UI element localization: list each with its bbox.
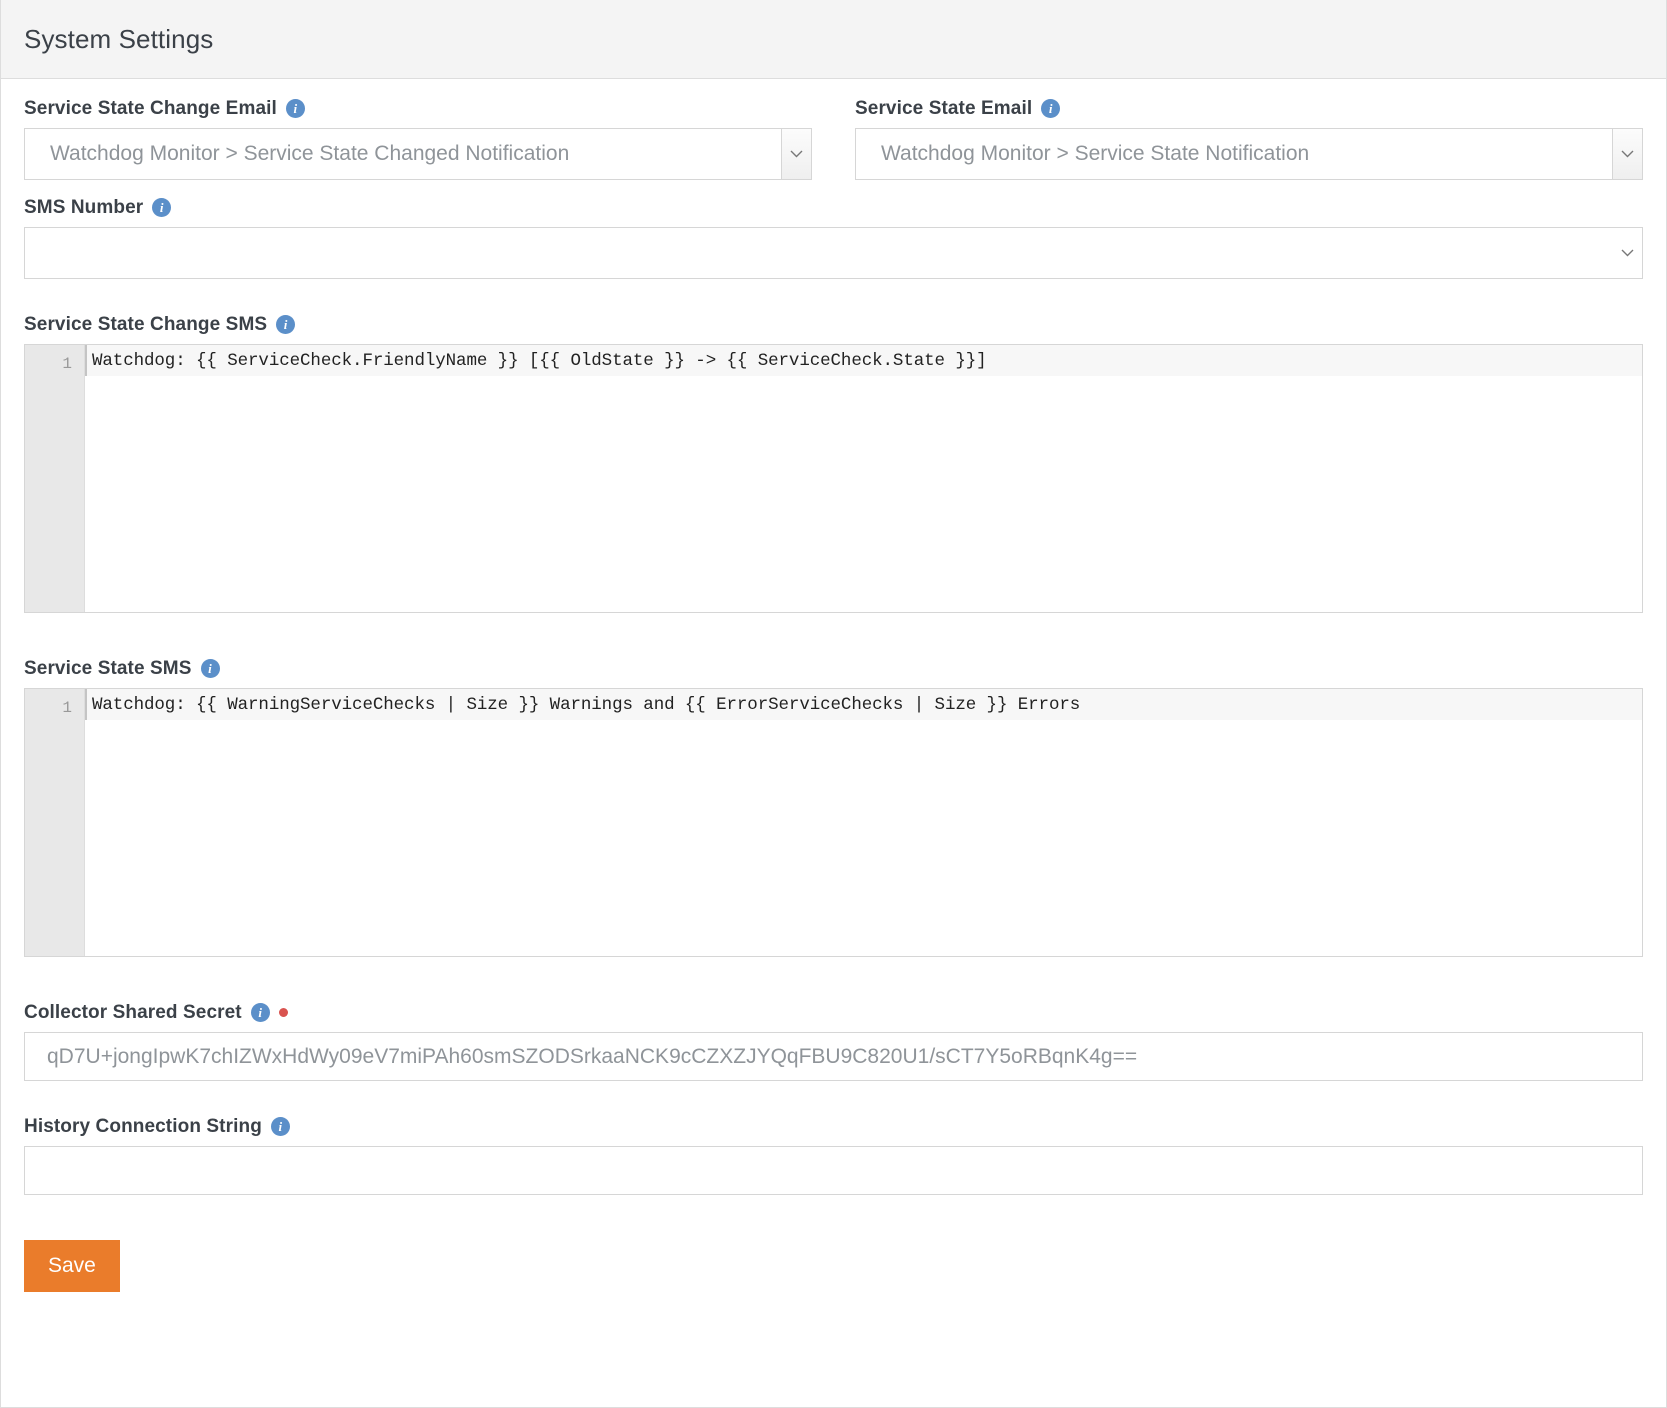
service-state-change-sms-label: Service State Change SMS i (24, 315, 1643, 334)
editor-gutter: 1 (25, 345, 85, 612)
sms-number-field: SMS Number i (24, 198, 1643, 279)
select-value: Watchdog Monitor > Service State Changed… (50, 142, 570, 165)
system-settings-panel: System Settings Service State Change Ema… (0, 0, 1667, 1408)
chevron-down-icon[interactable] (1612, 228, 1642, 278)
history-connection-string-label: History Connection String i (24, 1117, 1643, 1136)
label-text: Service State Change Email (24, 98, 277, 119)
code-text: Watchdog: {{ WarningServiceChecks | Size… (92, 695, 1081, 715)
info-icon[interactable]: i (1041, 99, 1061, 118)
panel-body: Service State Change Email i Watchdog Mo… (1, 79, 1666, 1322)
service-state-change-email-field: Service State Change Email i Watchdog Mo… (24, 99, 812, 180)
info-icon[interactable]: i (276, 315, 296, 334)
line-number: 1 (62, 699, 72, 717)
service-state-sms-label: Service State SMS i (24, 659, 1643, 678)
collector-shared-secret-input[interactable]: qD7U+jongIpwK7chIZWxHdWy09eV7miPAh60smSZ… (24, 1032, 1643, 1081)
service-state-email-field: Service State Email i Watchdog Monitor >… (855, 99, 1643, 180)
chevron-down-icon[interactable] (1612, 129, 1642, 179)
chevron-down-icon[interactable] (781, 129, 811, 179)
line-number: 1 (62, 355, 72, 373)
history-connection-string-field: History Connection String i (24, 1117, 1643, 1195)
label-text: Service State Email (855, 98, 1033, 119)
editor-code-area[interactable]: Watchdog: {{ WarningServiceChecks | Size… (85, 689, 1642, 956)
sms-number-label: SMS Number i (24, 198, 1643, 217)
service-state-change-email-select[interactable]: Watchdog Monitor > Service State Changed… (24, 128, 812, 180)
label-text: History Connection String (24, 1116, 262, 1137)
editor-gutter: 1 (25, 689, 85, 956)
service-state-change-sms-field: Service State Change SMS i 1 Watchdog: {… (24, 315, 1643, 613)
info-icon[interactable]: i (200, 659, 220, 678)
label-text: Collector Shared Secret (24, 1002, 242, 1023)
info-icon[interactable]: i (250, 1003, 270, 1022)
label-text: Service State Change SMS (24, 314, 268, 335)
service-state-sms-editor[interactable]: 1 Watchdog: {{ WarningServiceChecks | Si… (24, 688, 1643, 957)
select-value: Watchdog Monitor > Service State Notific… (881, 142, 1310, 165)
info-icon[interactable]: i (270, 1117, 290, 1136)
email-settings-row: Service State Change Email i Watchdog Mo… (24, 99, 1643, 180)
code-line[interactable]: Watchdog: {{ WarningServiceChecks | Size… (85, 689, 1642, 720)
history-connection-string-input[interactable] (24, 1146, 1643, 1195)
label-text: SMS Number (24, 197, 144, 218)
editor-code-area[interactable]: Watchdog: {{ ServiceCheck.FriendlyName }… (85, 345, 1642, 612)
code-line[interactable]: Watchdog: {{ ServiceCheck.FriendlyName }… (85, 345, 1642, 376)
service-state-change-sms-editor[interactable]: 1 Watchdog: {{ ServiceCheck.FriendlyName… (24, 344, 1643, 613)
service-state-change-email-label: Service State Change Email i (24, 99, 812, 118)
collector-shared-secret-field: Collector Shared Secret i qD7U+jongIpwK7… (24, 1003, 1643, 1081)
label-text: Service State SMS (24, 658, 192, 679)
code-text: Watchdog: {{ ServiceCheck.FriendlyName }… (92, 351, 987, 371)
required-indicator (278, 1008, 288, 1017)
info-icon[interactable]: i (152, 198, 172, 217)
service-state-sms-field: Service State SMS i 1 Watchdog: {{ Warni… (24, 659, 1643, 957)
sms-number-select[interactable] (24, 227, 1643, 279)
panel-header: System Settings (1, 0, 1666, 79)
save-button[interactable]: Save (24, 1240, 120, 1292)
page-title: System Settings (24, 23, 214, 54)
service-state-email-label: Service State Email i (855, 99, 1643, 118)
collector-shared-secret-label: Collector Shared Secret i (24, 1003, 1643, 1022)
service-state-email-select[interactable]: Watchdog Monitor > Service State Notific… (855, 128, 1643, 180)
info-icon[interactable]: i (285, 99, 305, 118)
